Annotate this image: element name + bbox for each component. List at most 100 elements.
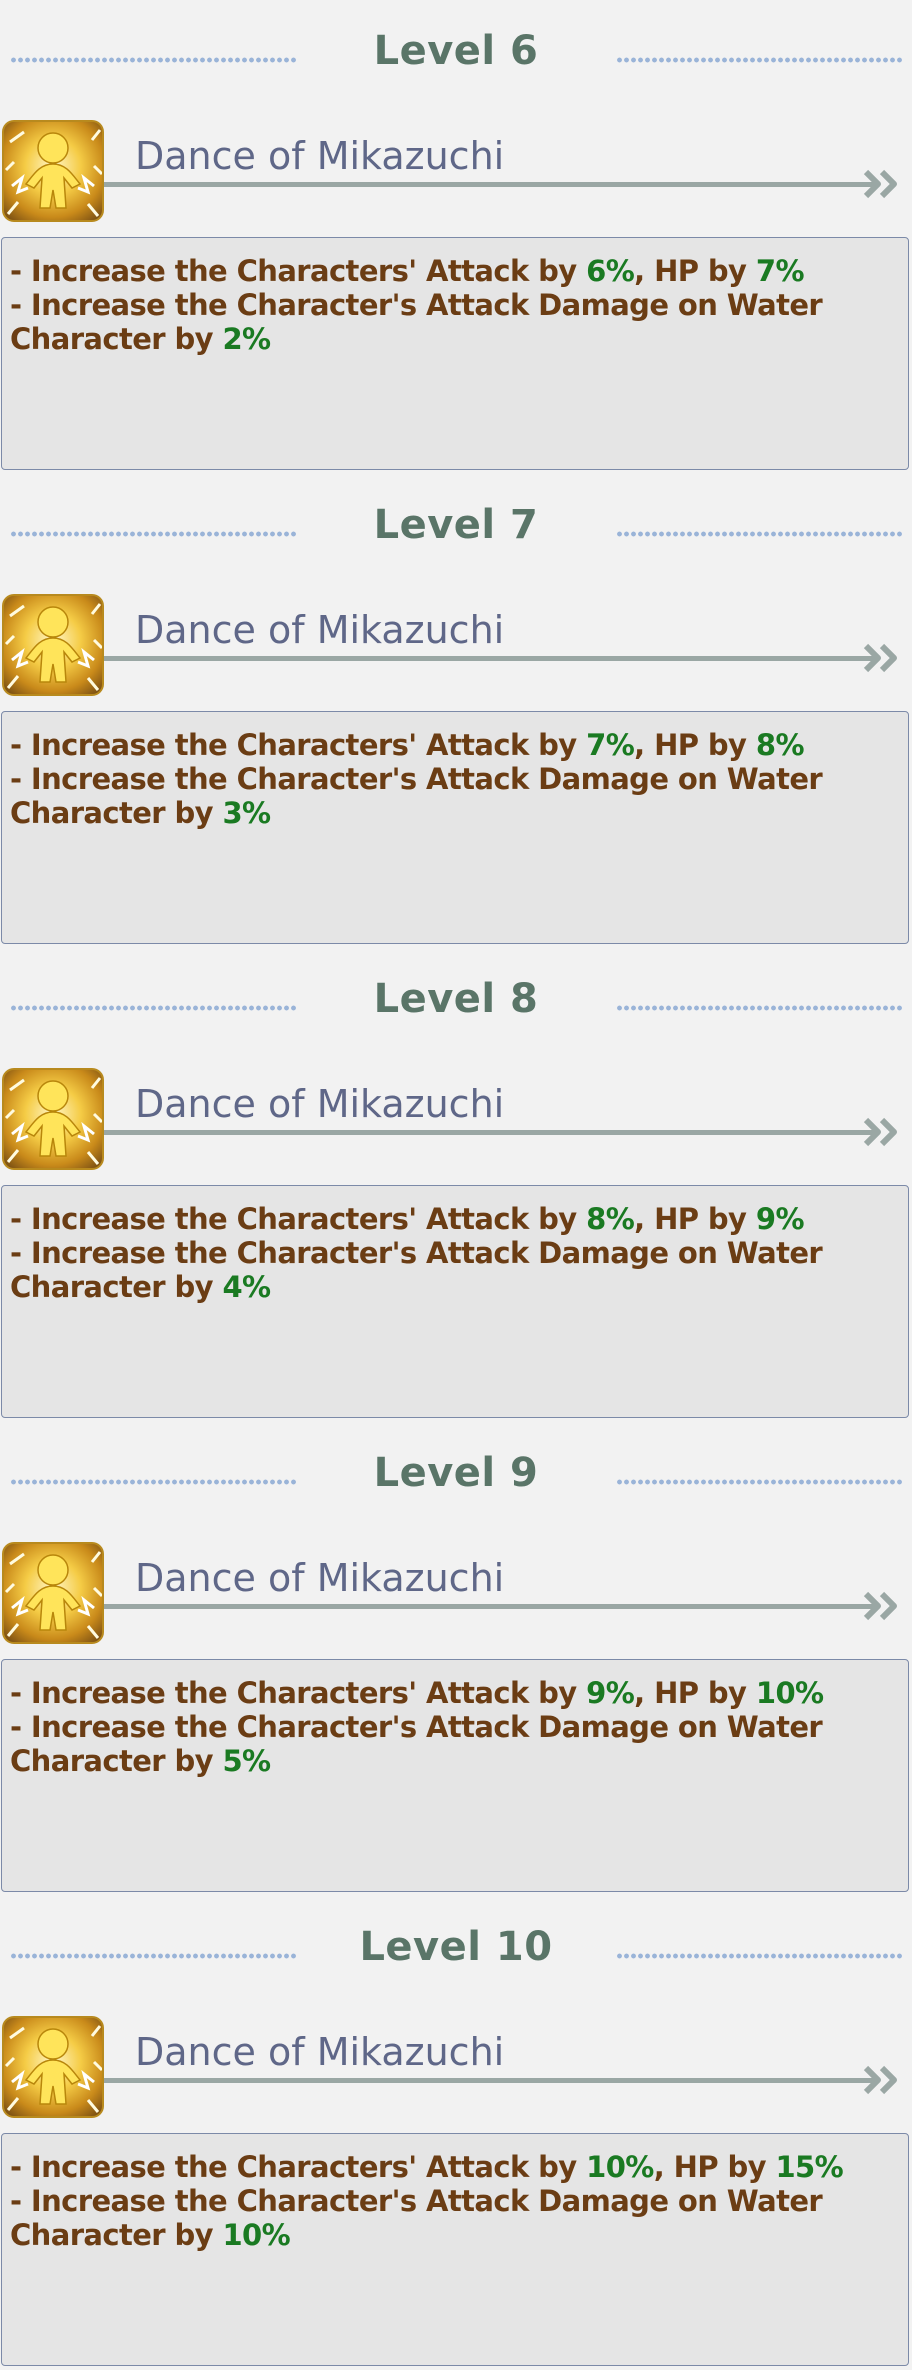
level-title: Level 10: [359, 1924, 553, 1970]
damage-text: Character by: [10, 1270, 223, 1304]
description-line-2: - Increase the Character's Attack Damage…: [10, 1710, 823, 1744]
level-header: Level 9: [0, 1422, 912, 1540]
double-chevron-right-icon[interactable]: [862, 640, 906, 676]
description-line-1: - Increase the Characters' Attack by 9%,…: [10, 1676, 890, 1710]
damage-text: Character by: [10, 2218, 223, 2252]
dotted-divider-right: [616, 1952, 902, 1960]
hp-value: 15%: [775, 2150, 844, 2184]
attack-value: 10%: [586, 2150, 654, 2184]
skill-underline: [104, 1604, 874, 1609]
damage-value: 10%: [222, 2218, 291, 2252]
double-chevron-right-icon[interactable]: [862, 166, 906, 202]
attack-text: - Increase the Characters' Attack by: [10, 1202, 587, 1236]
level-header: Level 7: [0, 474, 912, 592]
skill-name: Dance of Mikazuchi: [135, 1082, 505, 1126]
skill-name: Dance of Mikazuchi: [135, 134, 505, 178]
description-line-1: - Increase the Characters' Attack by 6%,…: [10, 254, 890, 288]
golden-figure-icon: [2, 2016, 104, 2118]
skill-row[interactable]: Dance of Mikazuchi: [0, 1542, 912, 1652]
double-chevron-right-icon[interactable]: [862, 1588, 906, 1624]
level-header: Level 6: [0, 0, 912, 118]
double-chevron-right-icon[interactable]: [862, 1114, 906, 1150]
attack-value: 9%: [586, 1676, 635, 1710]
description-line-3: Character by 3%: [10, 796, 890, 830]
description-line-2: - Increase the Character's Attack Damage…: [10, 1236, 823, 1270]
hp-text: , HP by: [634, 254, 756, 288]
damage-value: 3%: [222, 796, 271, 830]
dotted-divider-right: [616, 1478, 902, 1486]
skill-description: - Increase the Characters' Attack by 8%,…: [10, 1202, 890, 1304]
skill-description-box: - Increase the Characters' Attack by 9%,…: [1, 1659, 909, 1892]
attack-value: 6%: [586, 254, 635, 288]
skill-description-box: - Increase the Characters' Attack by 7%,…: [1, 711, 909, 944]
hp-value: 10%: [755, 1676, 824, 1710]
damage-value: 5%: [222, 1744, 271, 1778]
dotted-divider-right: [616, 1004, 902, 1012]
level-block: Level 7 Dance of Mikazuchi - Increase th…: [0, 474, 912, 948]
description-line-1: - Increase the Characters' Attack by 8%,…: [10, 1202, 890, 1236]
skill-level-list: Level 6 Dance of Mikazuchi - Increase th…: [0, 0, 912, 2370]
level-title: Level 9: [373, 1450, 539, 1496]
hp-text: , HP by: [653, 2150, 776, 2184]
skill-description: - Increase the Characters' Attack by 6%,…: [10, 254, 890, 356]
attack-value: 8%: [586, 1202, 635, 1236]
damage-text: Character by: [10, 322, 223, 356]
skill-name: Dance of Mikazuchi: [135, 1556, 505, 1600]
golden-figure-icon: [2, 120, 104, 222]
skill-underline: [104, 182, 874, 187]
skill-description: - Increase the Characters' Attack by 10%…: [10, 2150, 890, 2252]
description-line-3: Character by 2%: [10, 322, 890, 356]
description-line-3: Character by 10%: [10, 2218, 890, 2252]
skill-name: Dance of Mikazuchi: [135, 608, 505, 652]
golden-figure-icon: [2, 1542, 104, 1644]
level-block: Level 8 Dance of Mikazuchi - Increase th…: [0, 948, 912, 1422]
description-line-1: - Increase the Characters' Attack by 10%…: [10, 2150, 890, 2184]
skill-name: Dance of Mikazuchi: [135, 2030, 505, 2074]
damage-value: 2%: [222, 322, 271, 356]
dotted-divider-right: [616, 56, 902, 64]
description-line-1: - Increase the Characters' Attack by 7%,…: [10, 728, 890, 762]
level-block: Level 10 Dance of Mikazuchi - Increase t…: [0, 1896, 912, 2370]
hp-value: 8%: [755, 728, 805, 762]
damage-text: Character by: [10, 796, 223, 830]
dotted-divider-right: [616, 530, 902, 538]
skill-description-box: - Increase the Characters' Attack by 10%…: [1, 2133, 909, 2366]
attack-text: - Increase the Characters' Attack by: [10, 254, 587, 288]
level-title: Level 7: [373, 502, 539, 548]
attack-text: - Increase the Characters' Attack by: [10, 2150, 587, 2184]
skill-description: - Increase the Characters' Attack by 9%,…: [10, 1676, 890, 1778]
level-block: Level 6 Dance of Mikazuchi - Increase th…: [0, 0, 912, 474]
hp-value: 9%: [755, 1202, 805, 1236]
skill-row[interactable]: Dance of Mikazuchi: [0, 1068, 912, 1178]
damage-value: 4%: [222, 1270, 271, 1304]
description-line-2: - Increase the Character's Attack Damage…: [10, 2184, 823, 2218]
hp-value: 7%: [755, 254, 805, 288]
skill-description-box: - Increase the Characters' Attack by 8%,…: [1, 1185, 909, 1418]
level-header: Level 10: [0, 1896, 912, 2014]
damage-text: Character by: [10, 1744, 223, 1778]
level-header: Level 8: [0, 948, 912, 1066]
level-block: Level 9 Dance of Mikazuchi - Increase th…: [0, 1422, 912, 1896]
skill-description-box: - Increase the Characters' Attack by 6%,…: [1, 237, 909, 470]
skill-row[interactable]: Dance of Mikazuchi: [0, 2016, 912, 2126]
skill-underline: [104, 2078, 874, 2083]
level-title: Level 8: [373, 976, 539, 1022]
skill-row[interactable]: Dance of Mikazuchi: [0, 120, 912, 230]
skill-description: - Increase the Characters' Attack by 7%,…: [10, 728, 890, 830]
description-line-3: Character by 5%: [10, 1744, 890, 1778]
skill-row[interactable]: Dance of Mikazuchi: [0, 594, 912, 704]
attack-text: - Increase the Characters' Attack by: [10, 728, 587, 762]
attack-value: 7%: [586, 728, 635, 762]
hp-text: , HP by: [634, 1676, 756, 1710]
hp-text: , HP by: [634, 728, 756, 762]
hp-text: , HP by: [634, 1202, 756, 1236]
description-line-2: - Increase the Character's Attack Damage…: [10, 288, 823, 322]
attack-text: - Increase the Characters' Attack by: [10, 1676, 587, 1710]
description-line-3: Character by 4%: [10, 1270, 890, 1304]
skill-underline: [104, 656, 874, 661]
level-title: Level 6: [373, 28, 539, 74]
skill-underline: [104, 1130, 874, 1135]
double-chevron-right-icon[interactable]: [862, 2062, 906, 2098]
description-line-2: - Increase the Character's Attack Damage…: [10, 762, 823, 796]
golden-figure-icon: [2, 594, 104, 696]
